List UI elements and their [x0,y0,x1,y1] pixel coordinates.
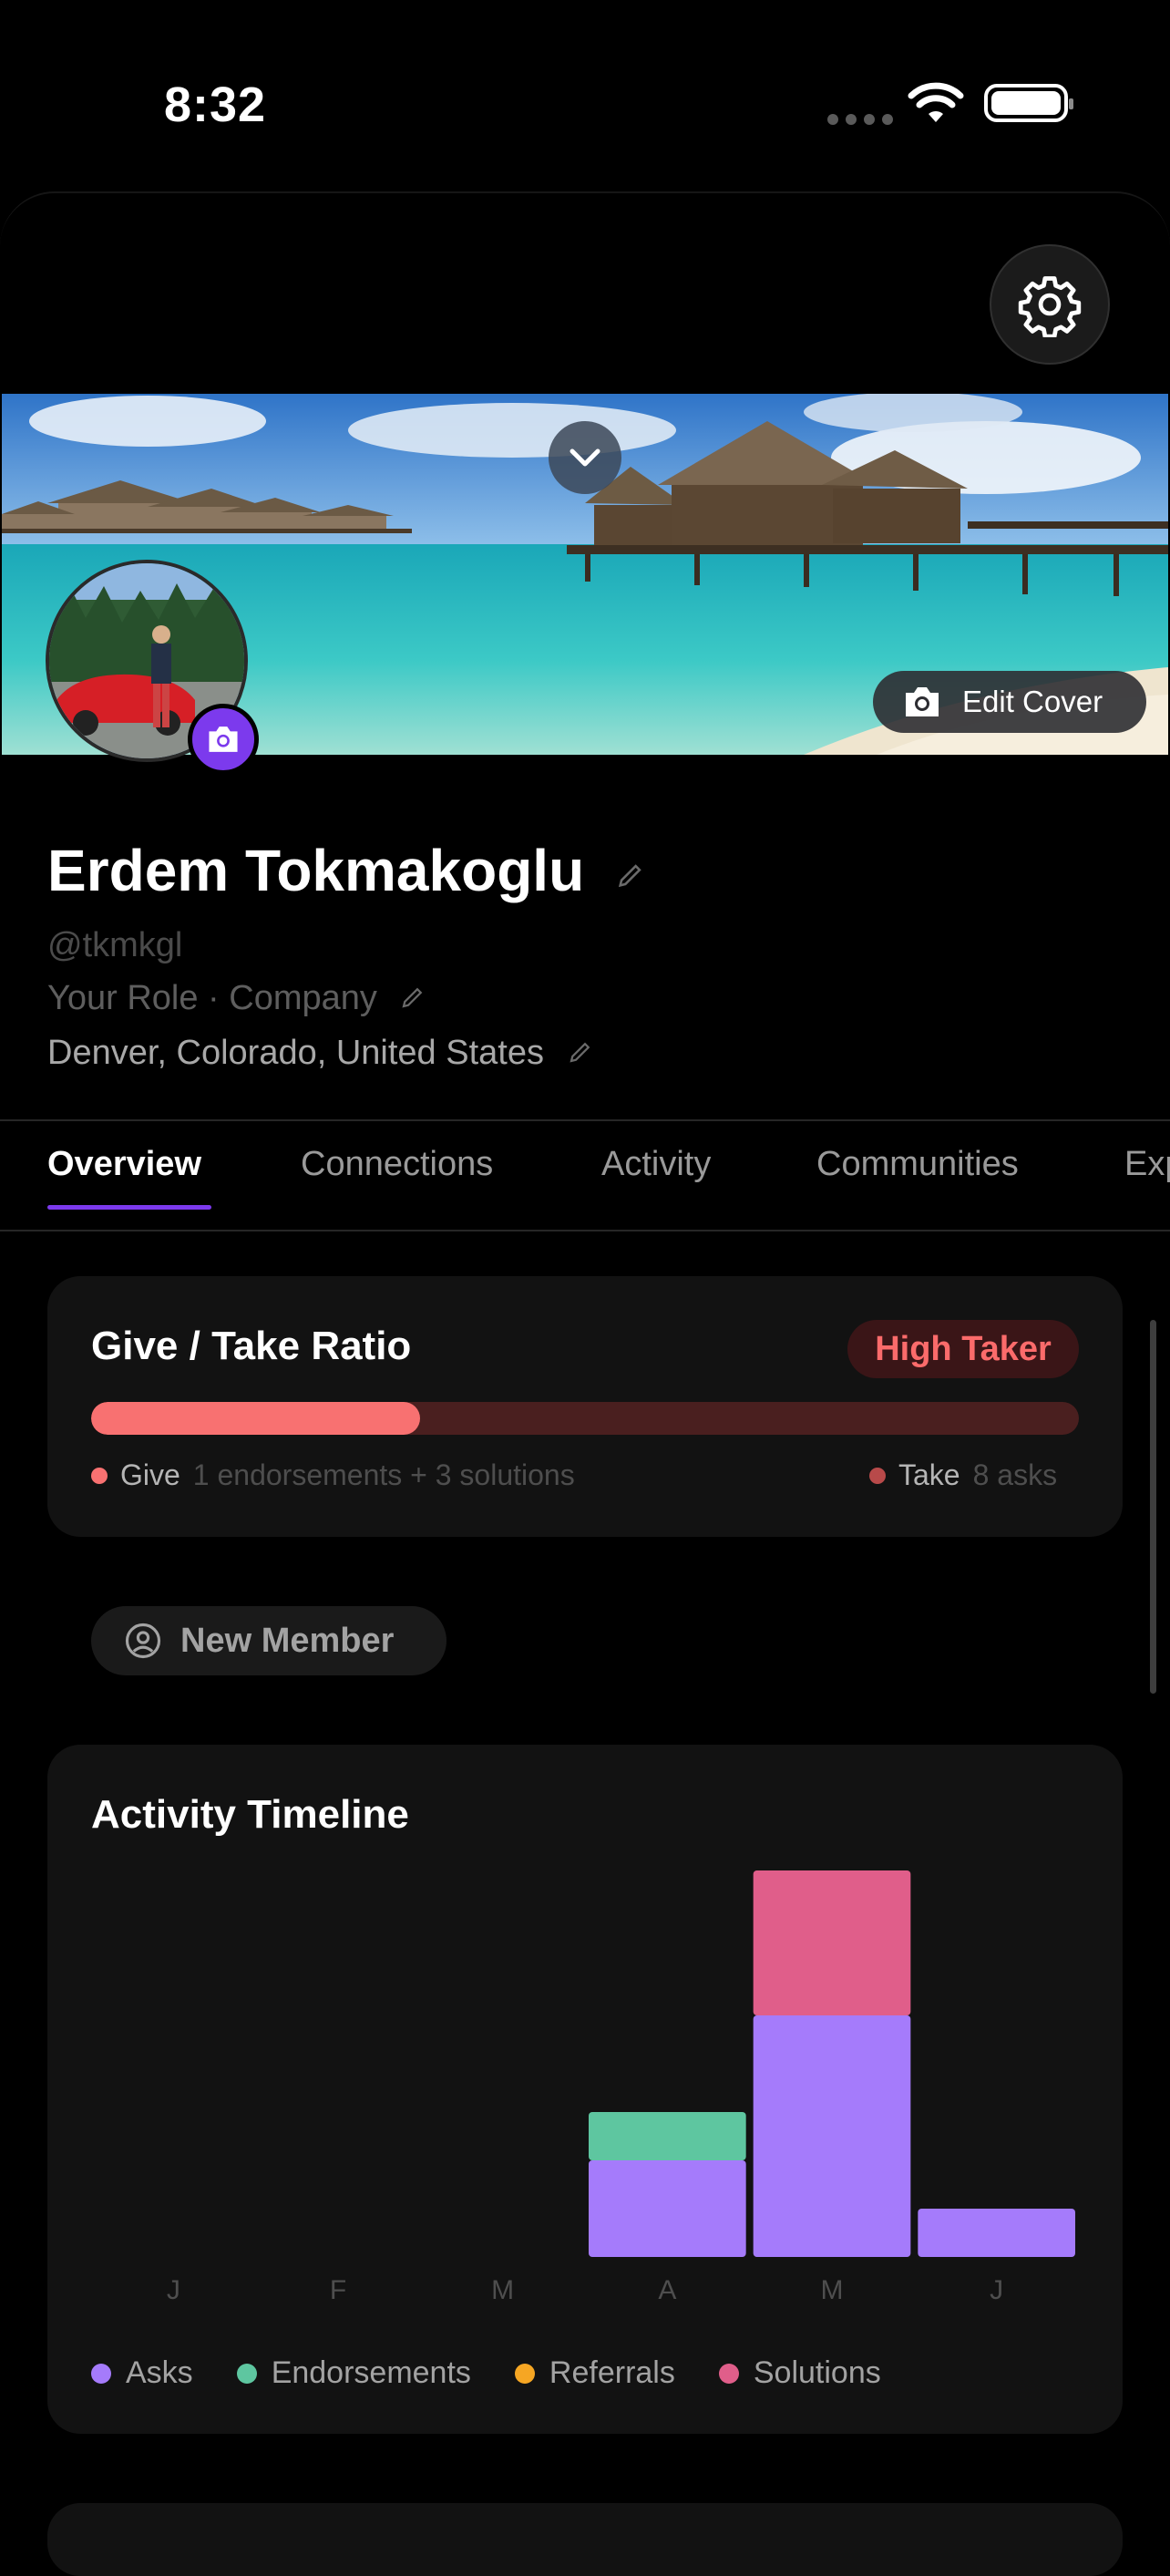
legend-label: Referrals [549,2355,675,2390]
bar-asks-4 [753,2015,911,2257]
legend-dot [236,2363,257,2384]
legend-label: Asks [126,2355,193,2390]
legend-label: Endorsements [271,2355,471,2390]
legend-item-solutions: Solutions [718,2355,881,2391]
next-card [47,2503,1123,2576]
bar-solutions-4 [753,1870,911,2015]
bar-asks-5 [918,2209,1075,2257]
x-tick-label: F [330,2275,346,2305]
legend-dot [91,2363,111,2384]
bar-asks-3 [589,2160,746,2257]
x-tick-label: M [821,2275,844,2305]
legend-dot [718,2363,739,2384]
legend-item-endorsements: Endorsements [236,2355,471,2391]
legend-dot [514,2363,535,2384]
chart-legend: Asks Endorsements Referrals Solutions [91,2355,881,2391]
x-tick-label: J [167,2275,180,2305]
legend-item-asks: Asks [91,2355,193,2391]
x-tick-label: M [491,2275,514,2305]
x-tick-label: A [658,2275,676,2305]
legend-label: Solutions [753,2355,881,2390]
x-tick-label: J [990,2275,1003,2305]
activity-chart: JFMAMJ [167,1870,1075,2305]
bar-endorsements-3 [589,2112,746,2160]
legend-item-referrals: Referrals [514,2355,675,2391]
